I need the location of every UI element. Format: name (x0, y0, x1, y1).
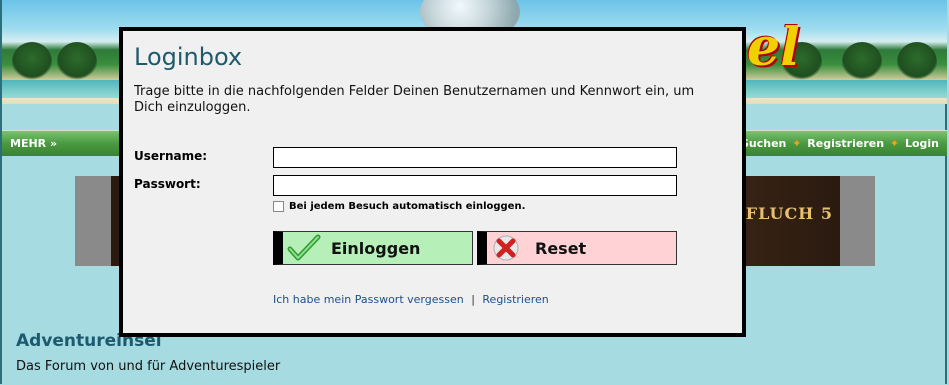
nav-mehr[interactable]: MEHR » (10, 137, 57, 150)
palm-icon (57, 42, 97, 82)
star-icon: ✦ (792, 137, 802, 150)
reset-button[interactable]: Reset (477, 231, 677, 265)
site-logo: el (747, 17, 800, 78)
site-subtitle: Das Forum von und für Adventurespieler (16, 359, 281, 374)
username-label: Username: (134, 149, 208, 163)
login-button[interactable]: Einloggen (273, 231, 473, 265)
remember-label: Bei jedem Besuch automatisch einloggen. (289, 201, 526, 212)
modal-title: Loginbox (134, 43, 243, 71)
nav-link-login[interactable]: Login (905, 137, 939, 150)
password-label: Passwort: (134, 177, 201, 191)
palm-icon (12, 42, 52, 82)
nav-link-registrieren[interactable]: Registrieren (807, 137, 884, 150)
password-field[interactable] (273, 175, 677, 196)
remember-login[interactable]: Bei jedem Besuch automatisch einloggen. (273, 201, 525, 212)
username-field[interactable] (273, 147, 677, 168)
link-separator: | (471, 293, 475, 306)
palm-icon (897, 42, 937, 82)
login-intro: Trage bitte in die nachfolgenden Felder … (134, 84, 695, 115)
palm-icon (842, 42, 882, 82)
register-link[interactable]: Registrieren (482, 293, 548, 306)
nav-links: dsSuchen ✦ Registrieren ✦ Login (727, 137, 939, 150)
forgot-password-link[interactable]: Ich habe mein Passwort vergessen (273, 293, 464, 306)
login-footer-links: Ich habe mein Passwort vergessen | Regis… (273, 293, 549, 306)
login-modal: Loginbox Trage bitte in die nachfolgende… (119, 27, 746, 337)
reset-button-label: Reset (535, 238, 587, 258)
login-button-label: Einloggen (331, 238, 421, 258)
star-icon: ✦ (889, 137, 900, 150)
x-cross-icon (491, 234, 525, 262)
checkmark-icon (287, 234, 321, 262)
remember-checkbox[interactable] (273, 201, 284, 212)
